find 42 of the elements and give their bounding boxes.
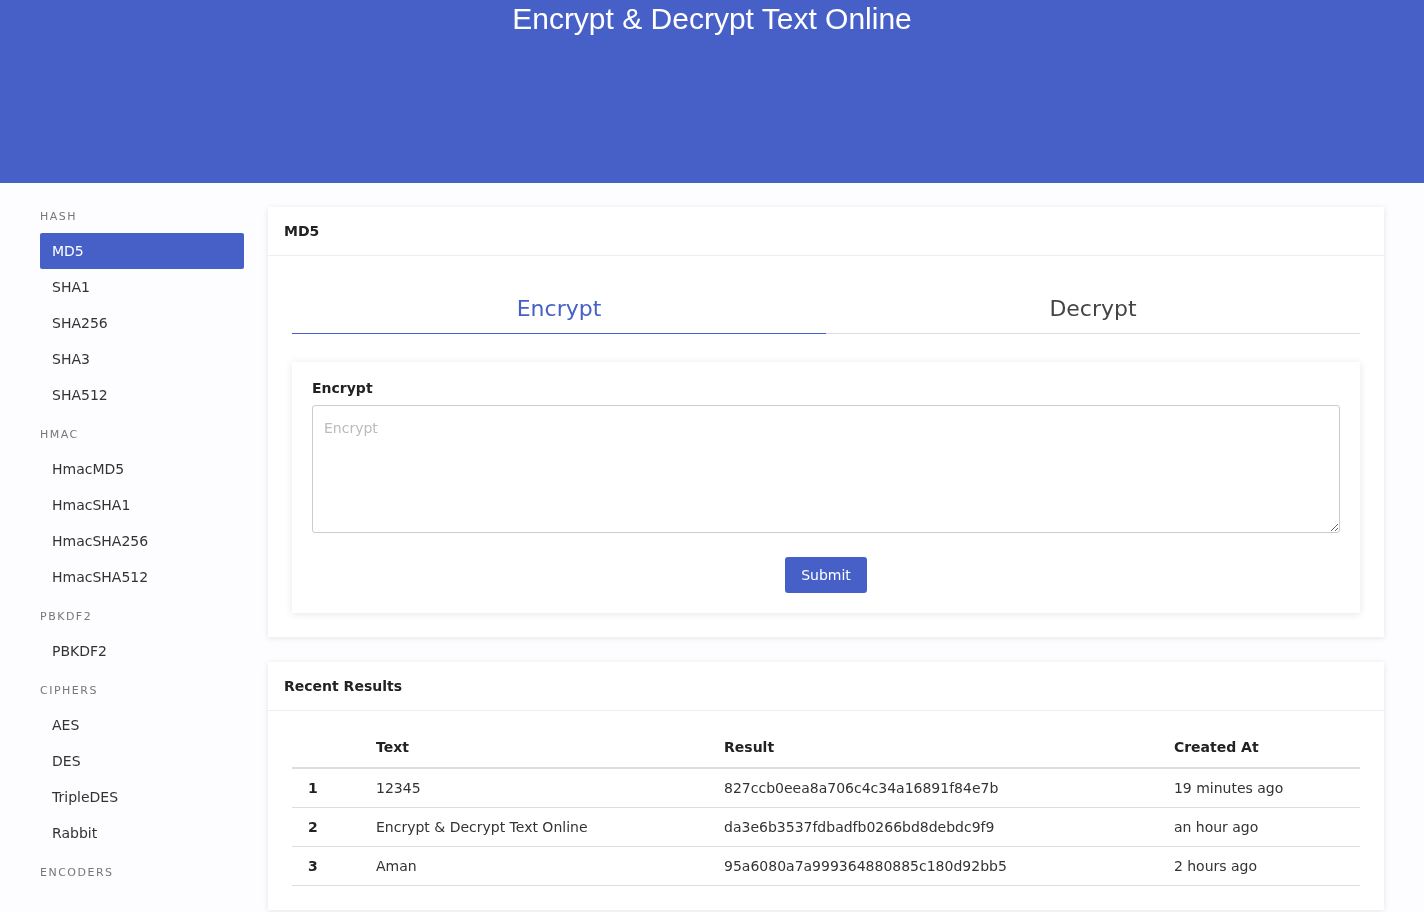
sidebar-item[interactable]: HmacMD5 — [40, 451, 244, 487]
sidebar-item[interactable]: SHA1 — [40, 269, 244, 305]
table-cell: 19 minutes ago — [1173, 780, 1284, 796]
sidebar-item[interactable]: PBKDF2 — [40, 633, 244, 669]
submit-button[interactable]: Submit — [785, 557, 867, 593]
table-cell: an hour ago — [1173, 819, 1259, 835]
section-label: HMAC — [40, 427, 80, 443]
row-number: 1 — [308, 780, 318, 796]
table-cell: 827ccb0eea8a706c4c34a16891f84e7b — [724, 780, 999, 796]
card-title: Recent Results — [284, 678, 402, 694]
tab[interactable]: Encrypt — [292, 280, 826, 334]
table-cell: 95a6080a7a999364880885c180d92bb5 — [724, 858, 1007, 874]
sidebar-item[interactable]: TripleDES — [40, 779, 244, 815]
table-cell: 2 hours ago — [1173, 858, 1258, 874]
table-cell: Encrypt & Decrypt Text Online — [376, 819, 588, 835]
sidebar-item[interactable]: SHA3 — [40, 341, 244, 377]
sidebar-item[interactable]: AES — [40, 707, 244, 743]
column-header: Result — [724, 739, 775, 755]
table-cell: 12345 — [376, 780, 421, 796]
tab[interactable]: Decrypt — [826, 280, 1360, 334]
column-header: Text — [376, 739, 409, 755]
sidebar-item[interactable]: HmacSHA512 — [40, 559, 244, 595]
sidebar-item[interactable]: Rabbit — [40, 815, 244, 851]
page-title: Encrypt & Decrypt Text Online — [512, 2, 912, 37]
section-label: CIPHERS — [40, 683, 99, 699]
card-title: MD5 — [284, 223, 320, 239]
section-label: ENCODERS — [40, 865, 115, 881]
sidebar-item[interactable]: MD5 — [40, 233, 244, 269]
section-label: HASH — [40, 209, 79, 225]
column-header: Created At — [1173, 739, 1259, 755]
sidebar-item[interactable]: HmacSHA1 — [40, 487, 244, 523]
row-number: 2 — [308, 819, 318, 835]
form-title: Encrypt — [312, 380, 374, 396]
sidebar-item[interactable]: DES — [40, 743, 244, 779]
row-number: 3 — [308, 858, 318, 874]
text-input-field[interactable]: Encrypt — [312, 405, 1340, 533]
table-cell: Aman — [376, 858, 417, 874]
sidebar-item[interactable]: HmacSHA256 — [40, 523, 244, 559]
section-label: PBKDF2 — [40, 609, 94, 625]
sidebar-item[interactable]: SHA512 — [40, 377, 244, 413]
sidebar-item[interactable]: SHA256 — [40, 305, 244, 341]
table-cell: da3e6b3537fdbadfb0266bd8debdc9f9 — [724, 819, 995, 835]
